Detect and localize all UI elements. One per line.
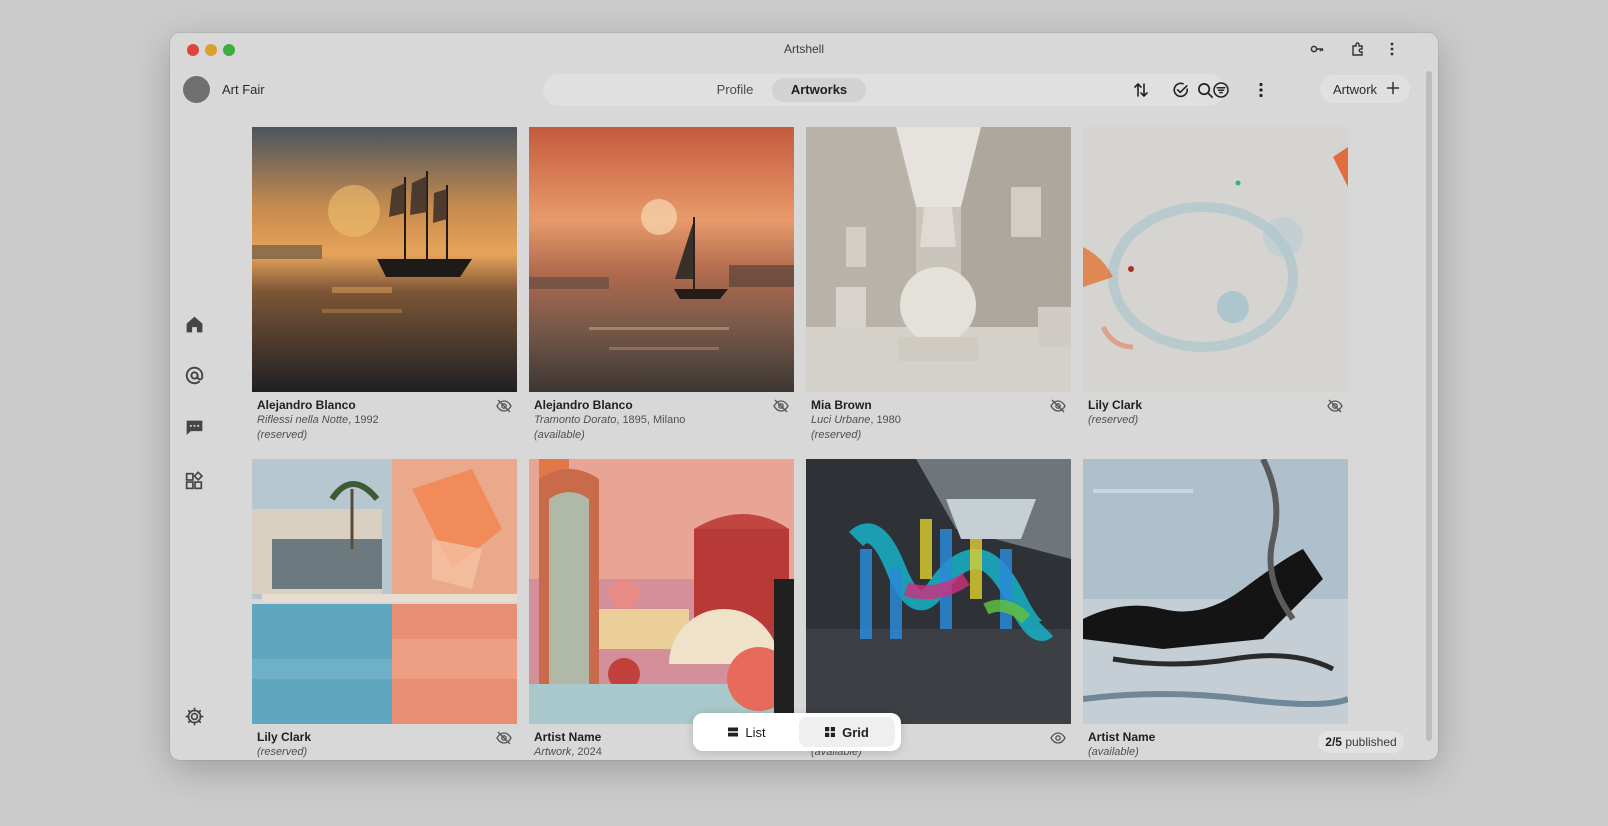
artwork-card[interactable]: Artist Name (available) [1083, 459, 1348, 758]
settings-icon[interactable] [182, 704, 206, 728]
key-icon[interactable] [1307, 39, 1327, 59]
artwork-image[interactable] [1083, 127, 1348, 392]
artwork-image[interactable] [806, 459, 1071, 724]
app-window: Artshell Art Fair Profile Artworks Artwo… [170, 33, 1438, 760]
artwork-image[interactable] [1083, 459, 1348, 724]
more-vertical-icon[interactable] [1250, 79, 1272, 101]
artwork-status: (reserved) [1088, 414, 1139, 426]
artwork-card[interactable]: Lily Clark (reserved) [252, 459, 517, 758]
at-sign-icon[interactable] [182, 363, 206, 387]
artwork-card[interactable]: Alejandro Blanco Tramonto Dorato, 1895, … [529, 127, 794, 441]
artwork-meta: , 1895, Milano [616, 414, 686, 426]
artist-name: Artist Name [1088, 730, 1156, 744]
artist-name: Alejandro Blanco [534, 398, 633, 412]
eye-off-icon[interactable] [496, 731, 512, 745]
artwork-details: Luci Urbane, 1980 [811, 414, 901, 426]
list-icon [728, 725, 739, 740]
title-bar: Artshell [170, 33, 1438, 65]
nav-tab-bar: Profile Artworks [543, 74, 1225, 106]
artwork-status: (reserved) [257, 429, 308, 441]
published-count: 2/5 [1325, 735, 1342, 749]
check-circle-icon[interactable] [1170, 79, 1192, 101]
artwork-image[interactable] [529, 459, 794, 724]
artwork-card[interactable]: Alejandro Blanco Riflessi nella Notte, 1… [252, 127, 517, 441]
scrollbar[interactable] [1426, 71, 1432, 741]
artwork-image[interactable] [252, 127, 517, 392]
home-icon[interactable] [182, 312, 206, 336]
artwork-title: Artwork [534, 746, 572, 758]
artist-name: Alejandro Blanco [257, 398, 356, 412]
artwork-card[interactable]: Mia Brown Luci Urbane, 1980 (reserved) [806, 127, 1071, 441]
artwork-title: Luci Urbane [811, 414, 871, 426]
tab-artworks[interactable]: Artworks [772, 78, 866, 102]
artist-name: Artist Name [534, 730, 602, 744]
artwork-title: Tramonto Dorato [534, 414, 617, 426]
eye-off-icon[interactable] [773, 399, 789, 413]
sort-icon[interactable] [1130, 79, 1152, 101]
artwork-meta: , 1980 [870, 414, 901, 426]
plus-icon [1386, 81, 1400, 98]
published-badge: 2/5 published [1318, 731, 1404, 753]
add-artwork-label: Artwork [1333, 81, 1378, 97]
artwork-status: (reserved) [257, 746, 308, 758]
eye-off-icon[interactable] [1327, 399, 1343, 413]
artist-name: Mia Brown [811, 398, 872, 412]
eye-icon[interactable] [1050, 731, 1066, 745]
artwork-status: (available) [534, 429, 585, 441]
profile-name: Art Fair [222, 81, 265, 97]
view-toggle: List Grid [693, 713, 901, 751]
tab-profile[interactable]: Profile [702, 78, 768, 102]
artwork-title: Riflessi nella Notte [257, 414, 349, 426]
extension-icon[interactable] [1348, 39, 1368, 59]
artwork-image[interactable] [252, 459, 517, 724]
artist-name: Lily Clark [1088, 398, 1143, 412]
profile-header[interactable]: Art Fair [183, 75, 265, 103]
artwork-meta: , 2024 [571, 746, 602, 758]
artwork-card[interactable]: Lily Clark (reserved) [1083, 127, 1348, 426]
artwork-card[interactable]: (available) [806, 459, 1071, 758]
artwork-image[interactable] [806, 127, 1071, 392]
avatar [183, 75, 210, 103]
filter-icon[interactable] [1210, 79, 1232, 101]
list-view-label: List [745, 724, 766, 740]
grid-icon [825, 725, 836, 740]
grid-view-label: Grid [842, 724, 869, 740]
artwork-meta: , 1992 [348, 414, 379, 426]
grid-view-button[interactable]: Grid [799, 717, 895, 747]
eye-off-icon[interactable] [1050, 399, 1066, 413]
artist-name: Lily Clark [257, 730, 312, 744]
artwork-details: Tramonto Dorato, 1895, Milano [534, 414, 685, 426]
artwork-status: (reserved) [811, 429, 862, 441]
artwork-details: Artwork, 2024 [534, 746, 602, 758]
artwork-status: (available) [1088, 746, 1139, 758]
published-label: published [1345, 735, 1397, 749]
eye-off-icon[interactable] [496, 399, 512, 413]
artwork-card[interactable]: Artist Name Artwork, 2024 [529, 459, 794, 758]
browser-menu-icon[interactable] [1382, 39, 1402, 59]
list-view-button[interactable]: List [699, 717, 795, 747]
artwork-details: Riflessi nella Notte, 1992 [257, 414, 379, 426]
artwork-image[interactable] [529, 127, 794, 392]
message-icon[interactable] [182, 415, 206, 439]
window-title: Artshell [783, 42, 824, 56]
add-artwork-button[interactable]: Artwork [1320, 75, 1410, 103]
widgets-icon[interactable] [182, 468, 206, 492]
